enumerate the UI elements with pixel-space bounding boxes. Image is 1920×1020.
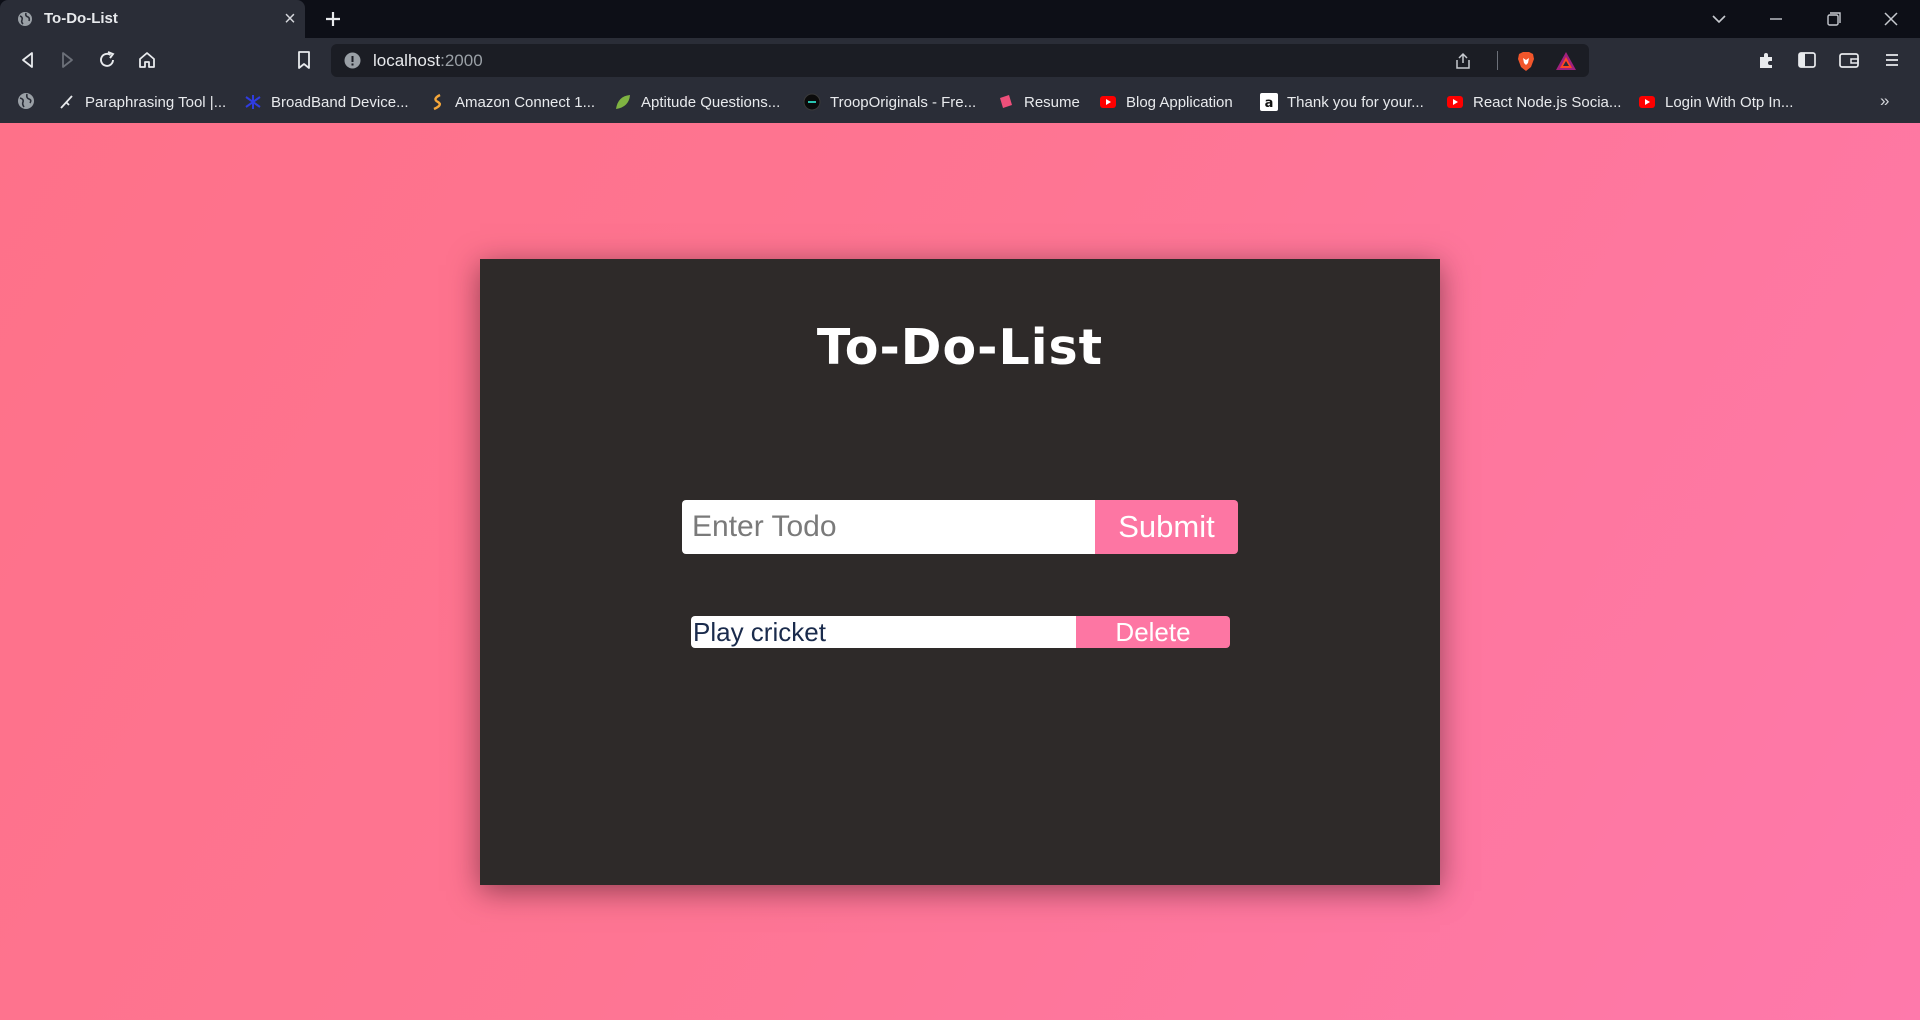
svg-text:a: a	[1265, 96, 1274, 111]
todo-item: Play cricket Delete	[691, 616, 1231, 648]
share-icon[interactable]	[1453, 51, 1473, 71]
device-icon	[245, 95, 261, 109]
sidebar-icon[interactable]	[1795, 48, 1819, 72]
bookmark-label: Amazon Connect 1...	[455, 93, 596, 111]
url-port: :2000	[440, 51, 483, 70]
more-bookmarks-icon[interactable]: »	[1880, 91, 1889, 111]
tab-close-icon[interactable]: ×	[280, 9, 300, 29]
submit-button[interactable]: Submit	[1095, 500, 1238, 554]
tab-active[interactable]: To-Do-List ×	[0, 0, 305, 38]
swirl-icon	[433, 93, 441, 111]
restore-icon[interactable]	[1821, 8, 1845, 30]
apps-globe-icon[interactable]	[17, 92, 35, 110]
bookmark-item[interactable]: Blog Application	[1099, 91, 1233, 113]
home-icon[interactable]	[135, 48, 159, 72]
browser-toolbar: localhost:2000	[0, 38, 1920, 82]
minimize-icon[interactable]	[1764, 8, 1788, 30]
troop-icon	[803, 93, 821, 111]
bookmark-label: Paraphrasing Tool |...	[85, 93, 227, 111]
address-separator	[1497, 51, 1498, 70]
bookmark-label: Login With Otp In...	[1665, 93, 1794, 111]
bookmark-label: Thank you for your...	[1287, 93, 1424, 111]
youtube-icon	[1639, 96, 1655, 108]
youtube-icon	[1100, 96, 1116, 108]
bookmark-item[interactable]: Paraphrasing Tool |...	[58, 91, 226, 113]
bookmark-item[interactable]: a Thank you for your...	[1260, 91, 1424, 113]
bookmark-item[interactable]: React Node.js Socia...	[1446, 91, 1621, 113]
bookmark-item[interactable]: Resume	[997, 91, 1080, 113]
wallet-icon[interactable]	[1837, 48, 1861, 72]
bookmark-label: Resume	[1024, 93, 1080, 111]
bookmark-icon[interactable]	[292, 48, 316, 72]
bookmark-label: React Node.js Socia...	[1473, 93, 1622, 111]
youtube-icon	[1447, 96, 1463, 108]
reload-icon[interactable]	[95, 48, 119, 72]
tab-search-chevron-icon[interactable]	[1707, 8, 1731, 30]
extensions-icon[interactable]	[1755, 48, 1779, 72]
brave-rewards-icon[interactable]	[1555, 51, 1577, 71]
globe-icon	[18, 12, 32, 26]
bookmark-item[interactable]: BroadBand Device...	[244, 91, 409, 113]
quill-icon	[60, 95, 73, 109]
resume-icon	[1000, 95, 1012, 108]
url-host: localhost	[373, 51, 441, 70]
page-title: To-Do-List	[816, 319, 1104, 376]
bookmark-label: BroadBand Device...	[271, 93, 409, 111]
delete-button[interactable]: Delete	[1076, 616, 1230, 648]
bookmark-item[interactable]: Amazon Connect 1...	[428, 91, 595, 113]
amazon-icon: a	[1260, 93, 1278, 111]
bookmark-item[interactable]: Login With Otp In...	[1638, 91, 1793, 113]
todo-input[interactable]	[682, 500, 1095, 554]
bookmark-label: Aptitude Questions...	[641, 93, 781, 111]
menu-icon[interactable]	[1880, 48, 1904, 72]
url-text: localhost:2000	[373, 51, 483, 71]
page-viewport: To-Do-List Submit Play cricket Delete	[0, 123, 1920, 1020]
close-window-icon[interactable]	[1879, 8, 1903, 30]
tab-title: To-Do-List	[44, 10, 118, 27]
bookmark-item[interactable]: TroopOriginals - Fre...	[803, 91, 976, 113]
bookmarks-bar: Paraphrasing Tool |... BroadBand Device.…	[0, 82, 1920, 123]
bookmark-label: TroopOriginals - Fre...	[830, 93, 977, 111]
tab-strip: To-Do-List ×	[0, 0, 1920, 38]
new-tab-icon[interactable]	[320, 6, 346, 32]
brave-shields-icon[interactable]	[1515, 50, 1537, 72]
bookmark-label: Blog Application	[1126, 93, 1233, 111]
site-info-icon[interactable]	[344, 52, 361, 69]
back-icon[interactable]	[16, 48, 40, 72]
todo-card: To-Do-List Submit Play cricket Delete	[480, 259, 1440, 885]
address-bar[interactable]: localhost:2000	[331, 44, 1589, 77]
forward-icon[interactable]	[55, 48, 79, 72]
leaf-icon	[616, 95, 630, 109]
bookmark-item[interactable]: Aptitude Questions...	[614, 91, 780, 113]
todo-text: Play cricket	[691, 616, 1076, 648]
